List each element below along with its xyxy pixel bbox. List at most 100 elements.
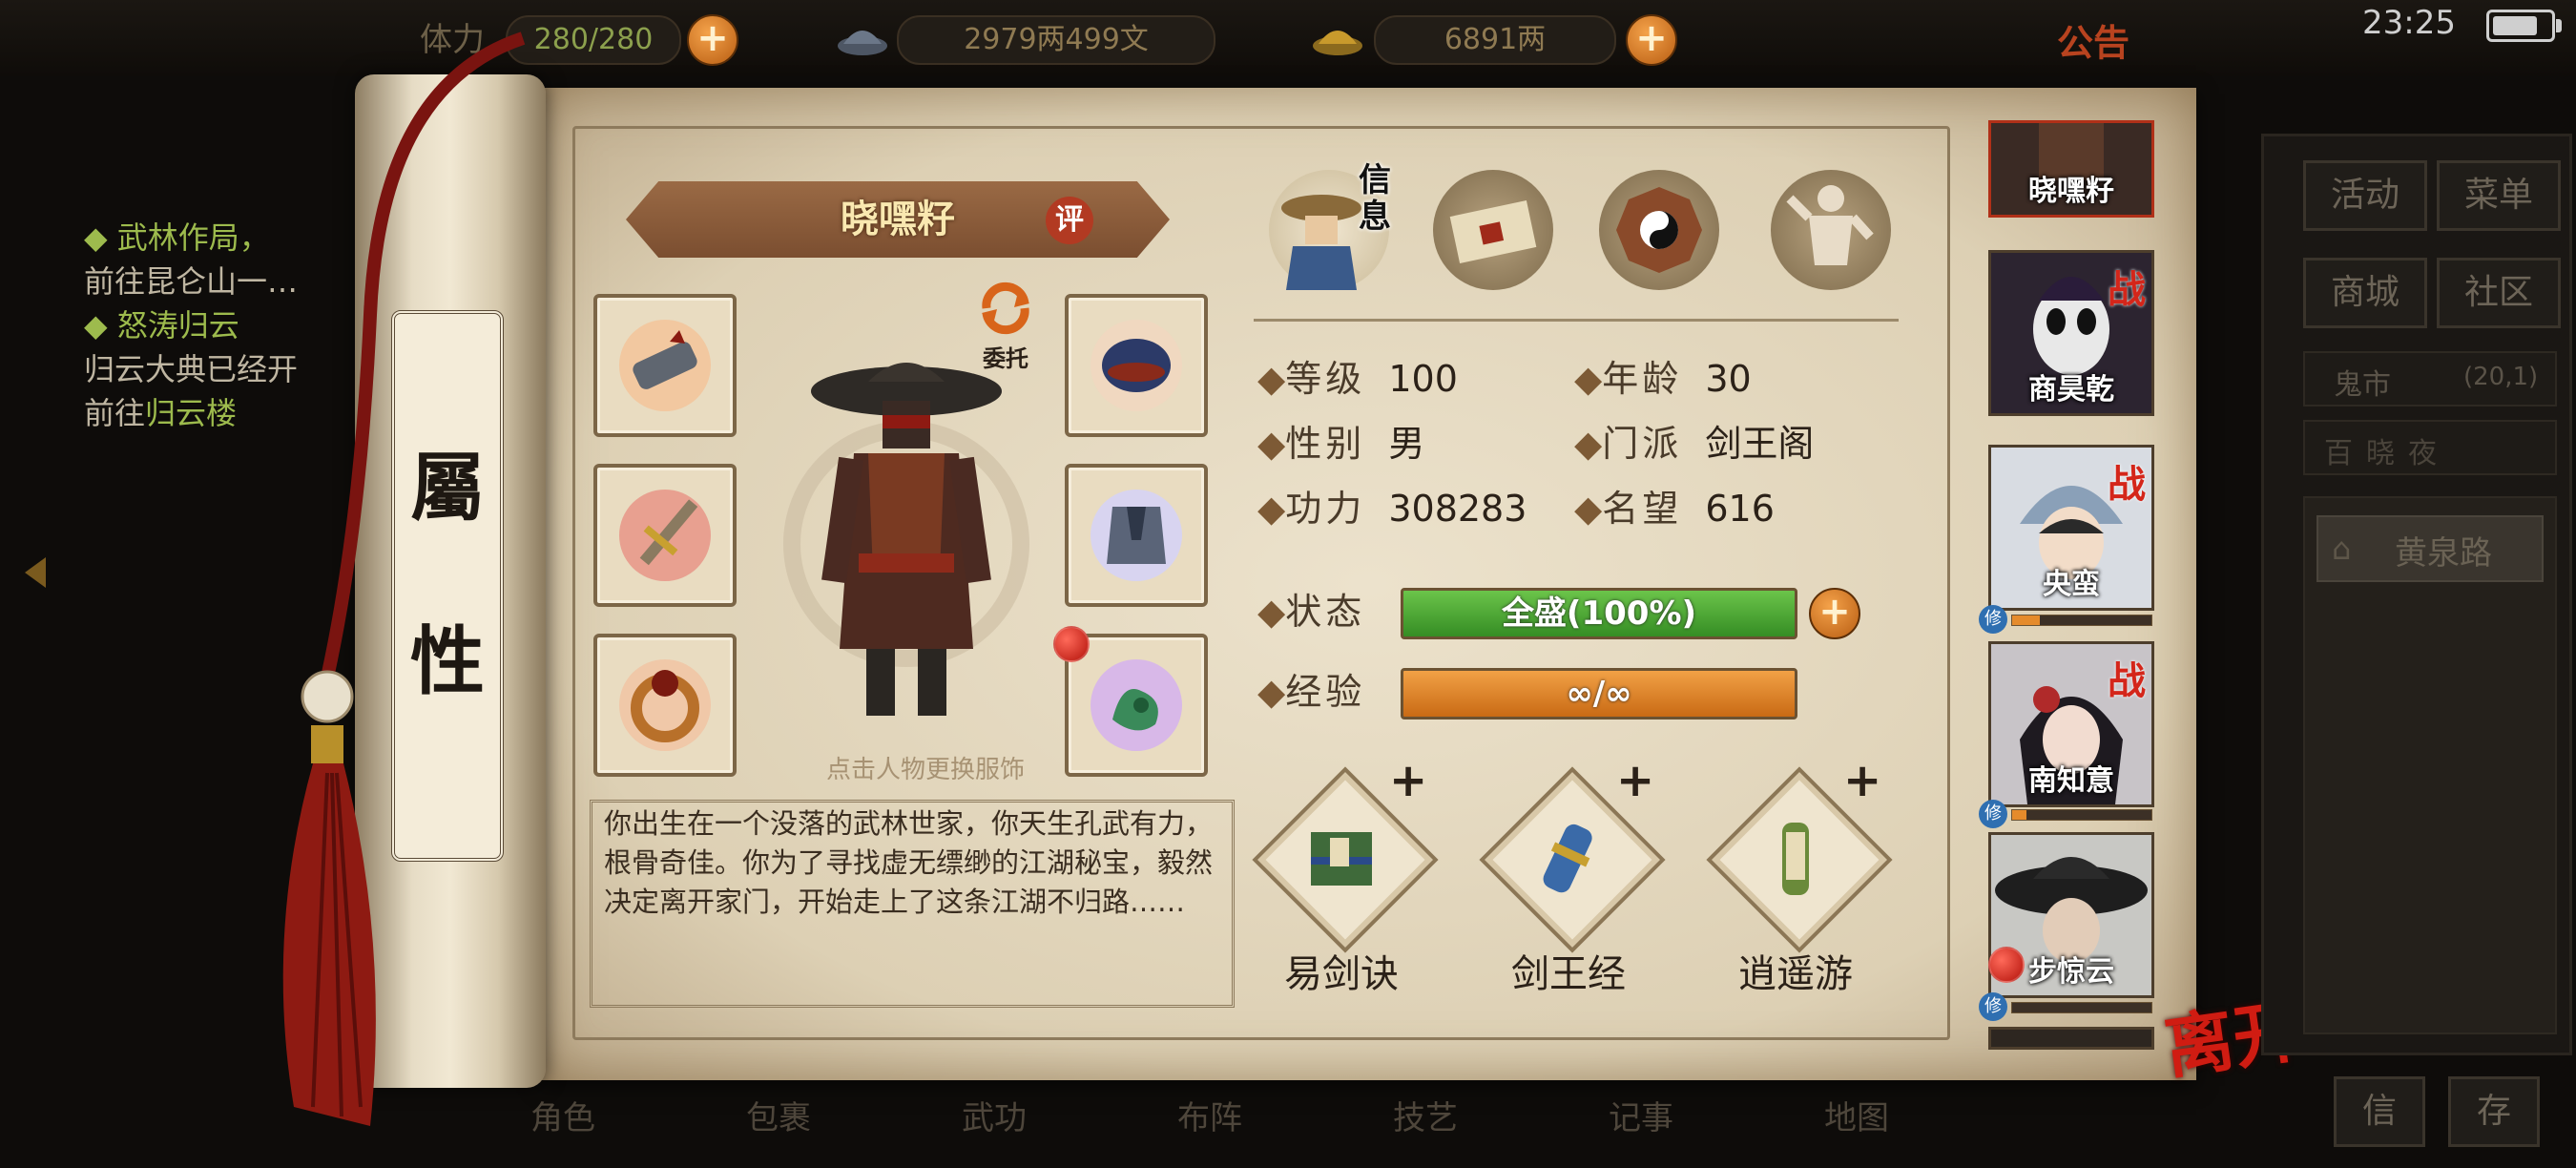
quest-link[interactable]: 归云楼 — [145, 395, 237, 431]
equip-slot-ring[interactable] — [593, 634, 737, 777]
stat-level: ◆等级 100 — [1257, 355, 1458, 403]
equip-slot-armor[interactable] — [1065, 464, 1208, 607]
body-meridian-icon — [1786, 185, 1874, 265]
stat-value: 30 — [1705, 358, 1752, 400]
party-list[interactable]: 晓嘿籽 战 商昊乾 战 央蛮 战 南知意 步惊云 — [1979, 120, 2156, 1050]
party-member-name: 央蛮 — [2043, 568, 2100, 601]
tassel-icon — [237, 29, 580, 1155]
stat-age: ◆年龄 30 — [1574, 355, 1752, 403]
nav-martial[interactable]: 武功 — [962, 1092, 1027, 1138]
diamond-icon: ◆ — [1257, 358, 1286, 400]
skill-slot[interactable]: + 剑王经 — [1454, 754, 1683, 996]
sword-icon — [619, 490, 711, 581]
location-button[interactable]: ⌂ 黄泉路 — [2316, 515, 2544, 582]
in-battle-badge: 战 — [2108, 267, 2146, 312]
skill-name: 剑王经 — [1511, 952, 1626, 996]
nav-map[interactable]: 地图 — [1824, 1092, 1889, 1138]
party-member[interactable]: 战 商昊乾 — [1988, 250, 2154, 416]
cultivation-icon: 修 — [1979, 800, 2007, 828]
mail-button[interactable]: 信 — [2334, 1076, 2425, 1147]
skill-add-icon[interactable]: + — [1389, 754, 1427, 807]
faded-menu-label: 百晓夜 — [2324, 437, 2450, 470]
nav-journal[interactable]: 记事 — [1609, 1092, 1673, 1138]
armor-icon — [1091, 490, 1182, 581]
helmet-icon — [1091, 320, 1182, 411]
cultivation-icon: 修 — [1979, 992, 2007, 1021]
stat-value: 100 — [1388, 358, 1458, 400]
party-member[interactable] — [1988, 1027, 2154, 1050]
rate-button[interactable]: 评 — [1046, 197, 1093, 244]
stat-exp: ◆经验 — [1257, 668, 1365, 716]
status-add-button[interactable]: + — [1809, 588, 1860, 639]
character-figure[interactable] — [763, 334, 1049, 735]
jade-pendant-icon — [1091, 659, 1182, 751]
tab-info-label: 信息 — [1359, 161, 1391, 236]
community-button[interactable]: 社区 — [2437, 258, 2561, 328]
cultivation-icon: 修 — [1979, 605, 2007, 634]
diamond-icon: ◆ — [1574, 423, 1603, 465]
skill-add-icon[interactable]: + — [1843, 754, 1881, 807]
stat-label: 状态 — [1285, 591, 1366, 633]
bagua-icon — [1616, 187, 1702, 273]
nav-skills[interactable]: 技艺 — [1393, 1092, 1458, 1138]
nav-formation[interactable]: 布阵 — [1177, 1092, 1242, 1138]
announcement-button[interactable]: 公告 — [2057, 13, 2129, 66]
tab-map[interactable] — [1433, 170, 1553, 290]
stat-value: 男 — [1388, 423, 1425, 465]
ghost-market-row[interactable]: 鬼市 (20,1) — [2303, 351, 2557, 407]
gold-add-button[interactable]: + — [1626, 14, 1677, 66]
clock: 23:25 — [2362, 4, 2456, 42]
equip-slot-bracer[interactable] — [593, 294, 737, 437]
skill-name: 易剑诀 — [1284, 952, 1399, 996]
skill-add-icon[interactable]: + — [1616, 754, 1654, 807]
equip-slot-helmet[interactable] — [1065, 294, 1208, 437]
change-outfit-hint: 点击人物更换服饰 — [825, 756, 1025, 784]
party-member[interactable]: 晓嘿籽 — [1988, 120, 2154, 218]
stat-label: 经验 — [1285, 671, 1366, 713]
diamond-icon: ◆ — [84, 219, 117, 256]
party-member[interactable]: 战 南知意 — [1988, 641, 2154, 807]
collapse-arrow-icon[interactable] — [25, 557, 46, 588]
skill-slot[interactable]: + 逍遥游 — [1681, 754, 1910, 996]
map-scroll-icon — [1449, 200, 1537, 263]
nav-character[interactable]: 角色 — [530, 1092, 595, 1138]
diamond-icon: ◆ — [1257, 423, 1286, 465]
gold-value: 6891两 — [1374, 15, 1616, 65]
battery-icon — [2486, 10, 2562, 42]
shop-button[interactable]: 商城 — [2303, 258, 2427, 328]
stamina-add-button[interactable]: + — [687, 14, 738, 66]
diamond-icon: ◆ — [1257, 671, 1286, 713]
party-member-name: 商昊乾 — [2028, 373, 2114, 407]
notification-dot — [1988, 947, 2025, 983]
nav-bag[interactable]: 包裹 — [746, 1092, 811, 1138]
stat-value: 剑王阁 — [1705, 423, 1815, 465]
stat-fame: ◆名望 616 — [1574, 485, 1775, 532]
party-member[interactable]: 战 央蛮 — [1988, 445, 2154, 611]
scroll-icon — [1543, 824, 1592, 893]
in-battle-badge: 战 — [2108, 658, 2146, 703]
ghost-market-coords: (20,1) — [2463, 363, 2539, 391]
character-description: 你出生在一个没落的武林世家，你天生孔武有力，根骨奇佳。你为了寻找虚无缥缈的江湖秘… — [590, 800, 1235, 1008]
tab-bagua[interactable] — [1599, 170, 1719, 290]
stat-power: ◆功力 308283 — [1257, 485, 1527, 532]
location-label: 黄泉路 — [2395, 534, 2492, 573]
diamond-icon: ◆ — [84, 307, 117, 344]
diamond-icon: ◆ — [1574, 488, 1603, 530]
skill-name: 逍遥游 — [1738, 952, 1853, 996]
tab-meridian[interactable] — [1771, 170, 1891, 290]
stat-label: 性别 — [1285, 423, 1366, 465]
stat-gender: ◆性别 男 — [1257, 420, 1424, 468]
silver-value: 2979两499文 — [897, 15, 1215, 65]
diamond-icon: ◆ — [1574, 358, 1603, 400]
bottom-nav: 角色 包裹 武功 布阵 技艺 记事 地图 — [420, 1082, 1908, 1168]
activity-button[interactable]: 活动 — [2303, 160, 2427, 231]
save-button[interactable]: 存 — [2448, 1076, 2540, 1147]
equip-slot-weapon[interactable] — [593, 464, 737, 607]
skill-slot[interactable]: + 易剑诀 — [1227, 754, 1456, 996]
quest-title: 怒涛归云 — [116, 307, 239, 344]
faded-menu-item[interactable]: 百晓夜 — [2303, 420, 2557, 475]
diamond-icon: ◆ — [1257, 488, 1286, 530]
ring-icon — [619, 659, 711, 751]
silver-icon — [836, 17, 889, 59]
menu-button[interactable]: 菜单 — [2437, 160, 2561, 231]
